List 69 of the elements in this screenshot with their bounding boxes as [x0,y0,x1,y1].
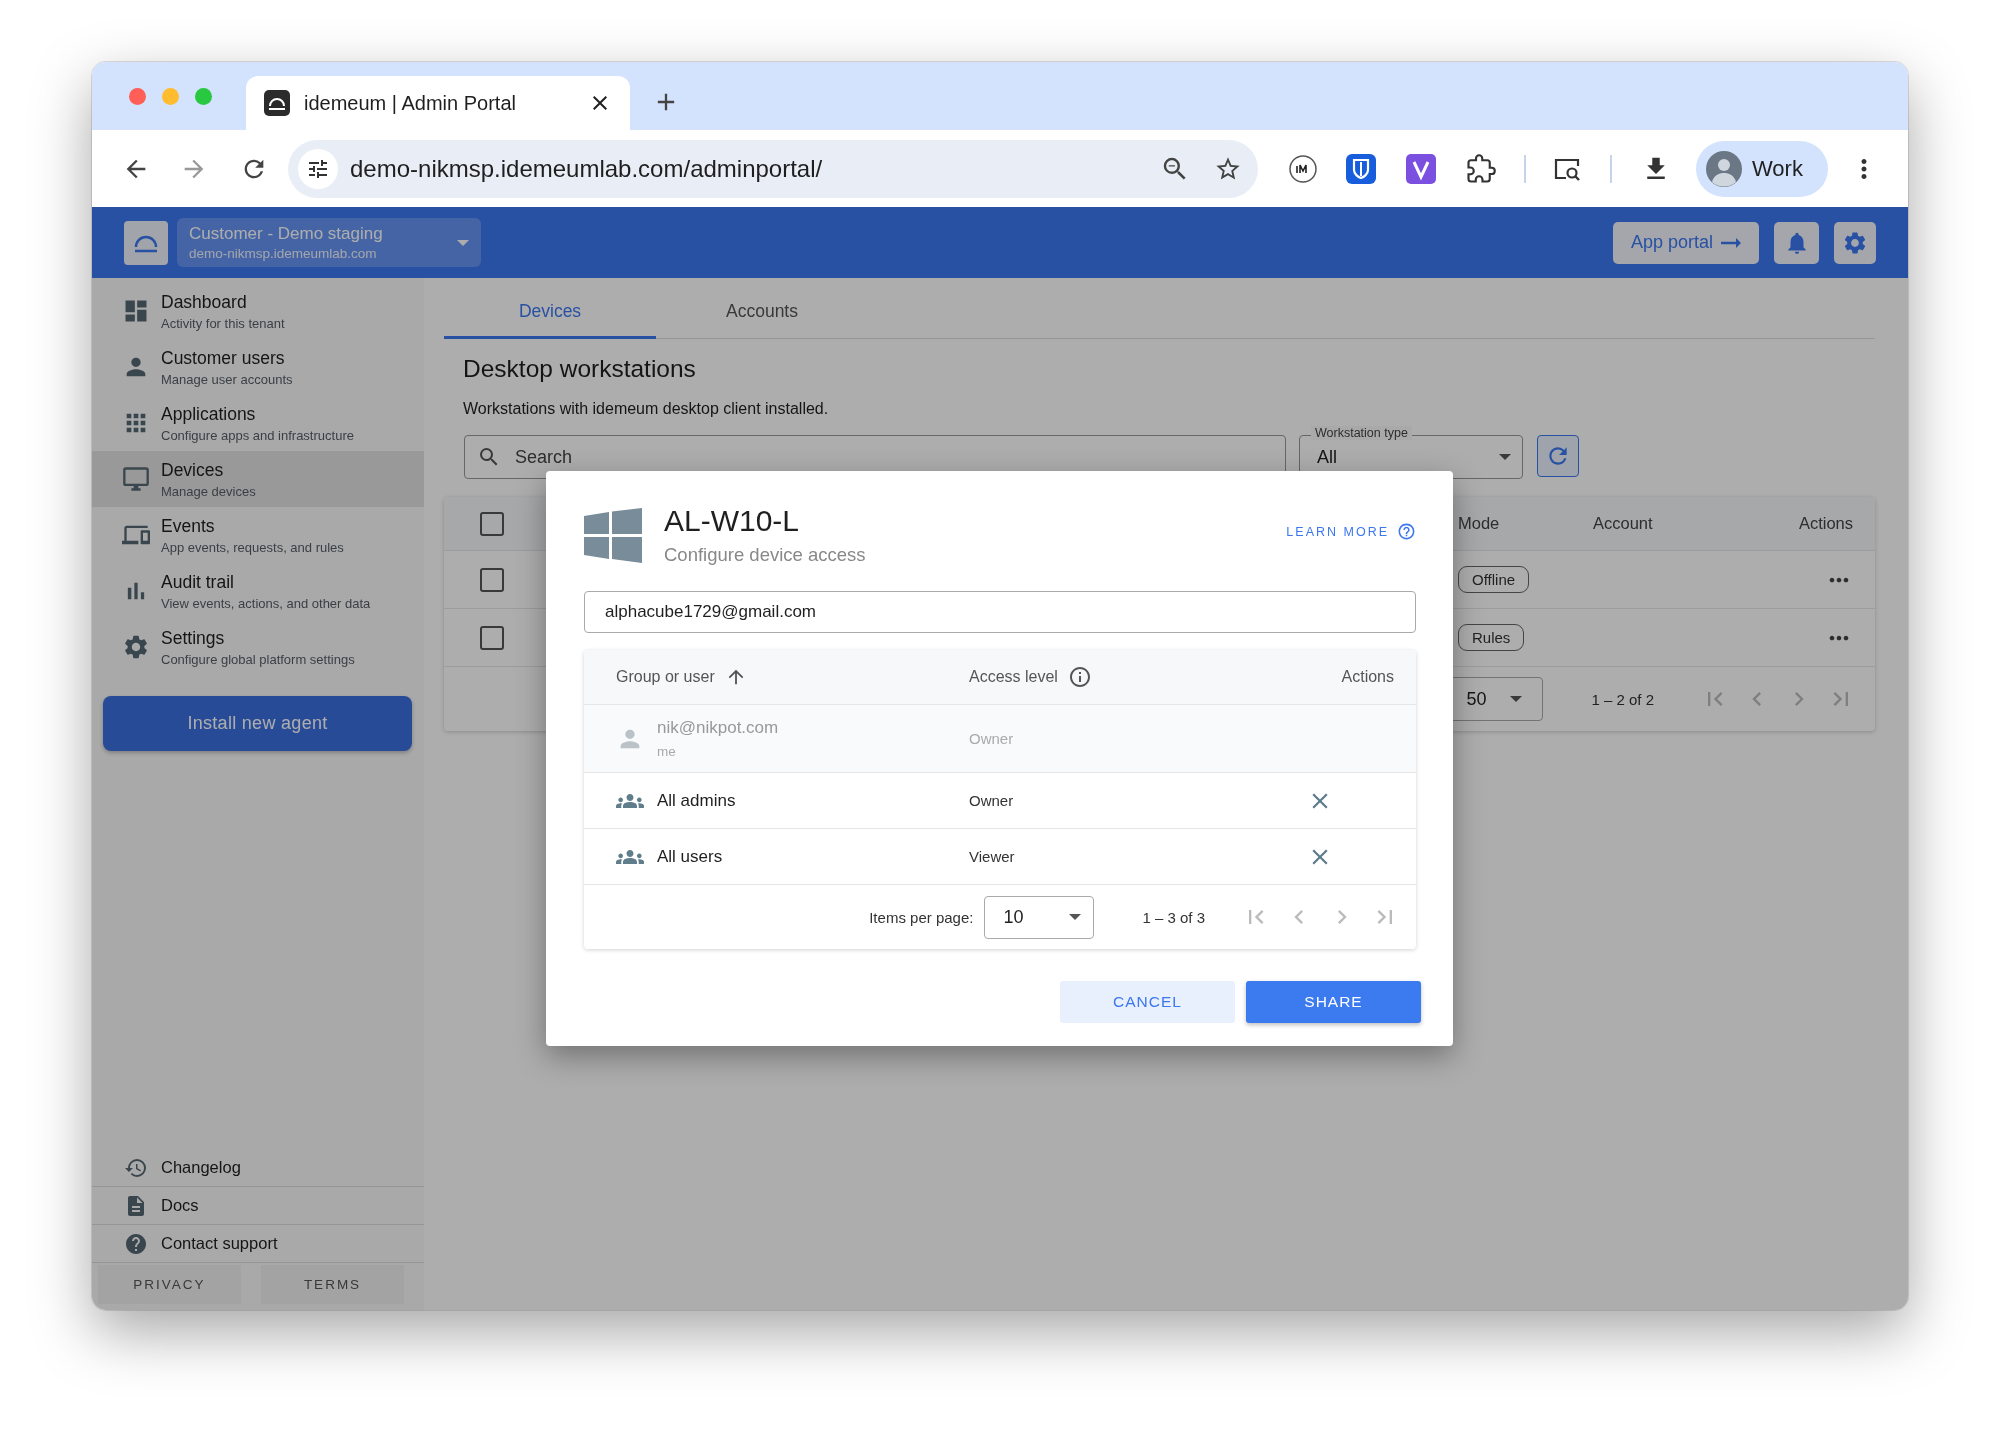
nav-item[interactable]: Settings Configure global platform settings [92,619,424,675]
column-header: Mode [1458,514,1501,533]
nav-item[interactable]: Audit trail View events, actions, and other data [92,563,424,619]
settings-icon [122,633,150,661]
access-level: Viewer [969,848,1016,865]
learn-more-link[interactable]: LEARN MORE [1286,522,1416,541]
info-icon [1067,665,1092,689]
share-button[interactable]: SHARE [1246,981,1421,1023]
favicon-icon [264,90,290,116]
help-icon [1397,522,1416,541]
puzzle-icon[interactable] [1466,153,1496,184]
column-header: Actions [1341,668,1395,686]
column-header: Account [1593,514,1654,533]
member-name: All users [657,846,723,867]
cancel-button[interactable]: CANCEL [1060,981,1235,1023]
nav-item[interactable]: Applications Configure apps and infrastructure [92,395,424,451]
help-icon [124,1231,148,1256]
chevron-extension-icon[interactable] [1406,153,1436,184]
windows-icon [584,508,642,563]
page-range: 1 – 2 of 2 [1591,690,1654,708]
caret-icon [1510,696,1523,702]
shield-extension-icon[interactable] [1346,153,1376,184]
column-header[interactable]: Group or user [616,668,715,686]
access-level: Owner [969,730,1015,747]
row-checkbox[interactable] [480,625,504,650]
footer-link[interactable]: Changelog [92,1149,424,1187]
page-range: 1 – 3 of 3 [1142,908,1205,926]
notifications-button[interactable] [1774,221,1819,264]
member-note: me [657,744,677,759]
caret-icon [1069,914,1082,920]
install-agent-button[interactable]: Install new agent [103,696,412,751]
logo-icon [124,220,168,265]
row-checkbox[interactable] [480,567,504,592]
caret-icon [1499,454,1511,460]
legal-link-button[interactable]: PRIVACY [98,1265,241,1304]
nav-item[interactable]: Dashboard Activity for this tenant [92,283,424,339]
monitor-icon [122,465,150,493]
mode-chip: Offline [1458,566,1530,593]
footer-link[interactable]: Contact support [92,1225,424,1263]
page-heading: Desktop workstations [463,355,697,383]
dialog-title: AL-W10-L [664,504,801,538]
footer-link[interactable]: Docs [92,1187,424,1225]
nav-item[interactable]: Events App events, requests, and rules [92,507,424,563]
extension-icon[interactable] [1288,153,1318,184]
refresh-button[interactable] [1537,435,1579,477]
address-bar[interactable]: demo-nikmsp.idemeumlab.com/adminportal/ [288,139,1258,198]
nav-item[interactable]: Devices Manage devices [92,451,424,507]
mode-chip: Rules [1458,624,1525,651]
browser-tab[interactable]: idemeum | Admin Portal [246,76,630,130]
arrow-right-icon [1721,237,1742,248]
field-label: Workstation type [1311,426,1412,440]
nav-item[interactable]: Customer users Manage user accounts [92,339,424,395]
column-header: Access level [969,668,1058,686]
tab[interactable]: Accounts [656,278,868,339]
items-per-page-label: Items per page: [869,908,974,926]
settings-button[interactable] [1834,221,1876,264]
member-name: nik@nikpot.com [657,718,779,738]
legal-link-button[interactable]: TERMS [261,1265,404,1304]
member-name: All admins [657,790,736,811]
page-size-select[interactable]: 10 [984,895,1095,939]
column-header: Actions [1798,514,1854,533]
profile-button[interactable]: Work [1696,140,1828,197]
select-all-checkbox[interactable] [480,511,504,536]
caret-icon [457,239,469,246]
avatar-icon [1706,150,1742,187]
page-description: Workstations with idemeum desktop client installed. [463,400,830,418]
dialog-subtitle: Configure device access [664,544,867,566]
share-input-field[interactable]: alphacube1729@gmail.com [584,591,1416,633]
access-level: Owner [969,792,1015,809]
